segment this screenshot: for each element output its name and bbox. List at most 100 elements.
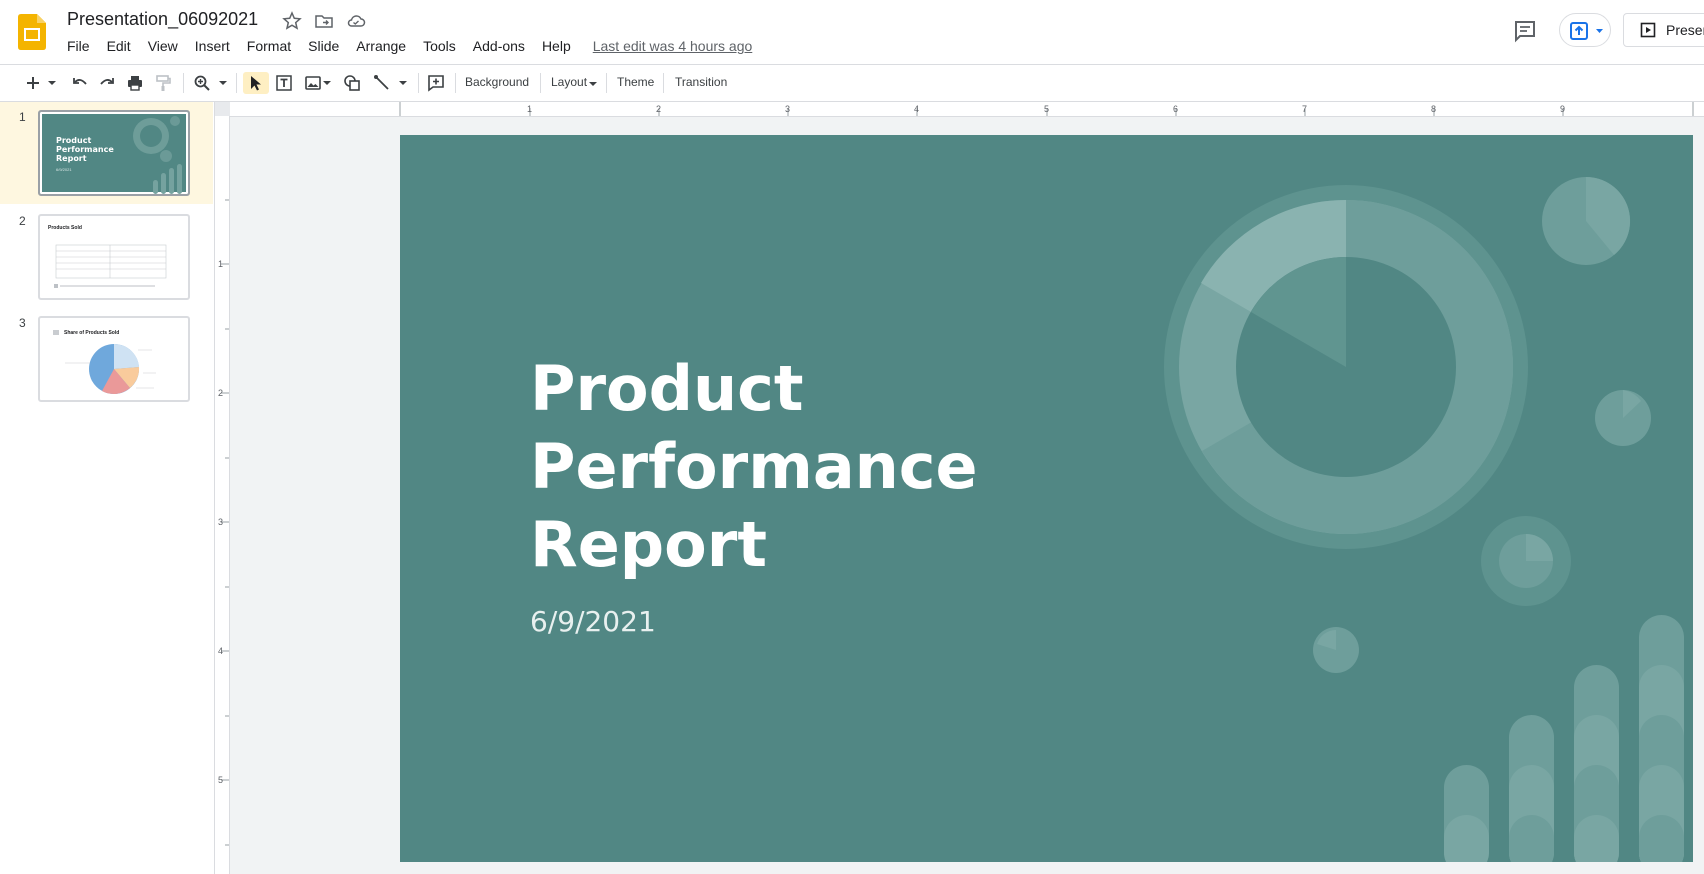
print-icon bbox=[128, 76, 142, 91]
toolbar-separator bbox=[183, 73, 184, 93]
present-button[interactable]: Presen bbox=[1623, 13, 1704, 47]
undo-button[interactable] bbox=[69, 72, 91, 94]
comment-history-button[interactable] bbox=[1512, 18, 1538, 44]
horizontal-ruler[interactable]: 1 2 3 4 5 6 7 8 9 bbox=[230, 102, 1704, 117]
line-dropdown[interactable] bbox=[397, 72, 409, 94]
ruler-label: 3 bbox=[785, 104, 791, 114]
insert-image-dropdown[interactable] bbox=[321, 72, 333, 94]
toolbar-separator bbox=[418, 73, 419, 93]
new-slide-dropdown[interactable] bbox=[46, 72, 58, 94]
redo-icon bbox=[100, 78, 114, 85]
redo-button[interactable] bbox=[96, 72, 118, 94]
ruler-label: 5 bbox=[1044, 104, 1050, 114]
document-title[interactable]: Presentation_06092021 bbox=[67, 9, 258, 30]
caret-down-icon bbox=[219, 81, 227, 85]
ruler-label: 4 bbox=[914, 104, 920, 114]
slide-filmstrip: 1 Product Performance Report 6/9/2021 2 … bbox=[0, 102, 215, 874]
line-icon bbox=[374, 75, 389, 90]
upload-icon bbox=[1570, 22, 1603, 40]
ruler-label: 1 bbox=[527, 104, 533, 114]
vertical-ruler[interactable]: 1 2 3 4 5 bbox=[215, 116, 230, 874]
menu-insert[interactable]: Insert bbox=[195, 38, 230, 54]
menu-help[interactable]: Help bbox=[542, 38, 571, 54]
toolbar-separator bbox=[540, 73, 541, 93]
paint-format-icon bbox=[156, 75, 171, 91]
menu-slide[interactable]: Slide bbox=[308, 38, 339, 54]
star-icon[interactable] bbox=[282, 11, 302, 36]
toolbar-separator bbox=[663, 73, 664, 93]
caret-down-icon bbox=[323, 81, 331, 85]
menu-format[interactable]: Format bbox=[247, 38, 291, 54]
last-edit-link[interactable]: Last edit was 4 hours ago bbox=[593, 38, 753, 54]
theme-button[interactable]: Theme bbox=[617, 75, 654, 89]
slide-number: 2 bbox=[19, 214, 26, 228]
slide-number: 1 bbox=[19, 110, 26, 124]
caret-down-icon bbox=[399, 81, 407, 85]
thumbnail-pie-chart bbox=[53, 330, 156, 394]
title-icons bbox=[282, 11, 366, 36]
add-comment-button[interactable] bbox=[425, 72, 447, 94]
plus-icon bbox=[27, 77, 39, 89]
layout-button[interactable]: Layout bbox=[551, 75, 587, 89]
paint-format-button[interactable] bbox=[152, 72, 174, 94]
comment-icon bbox=[1515, 21, 1535, 43]
zoom-icon bbox=[194, 75, 210, 91]
slide-thumbnail[interactable]: Product Performance Report 6/9/2021 bbox=[38, 110, 190, 196]
ruler-label: 4 bbox=[218, 646, 224, 656]
filmstrip-slide-3[interactable]: 3 Share of Products Sold bbox=[0, 306, 213, 408]
menu-arrange[interactable]: Arrange bbox=[356, 38, 406, 54]
line-button[interactable] bbox=[371, 72, 393, 94]
menu-tools[interactable]: Tools bbox=[423, 38, 456, 54]
slide-canvas[interactable]: Product Performance Report 6/9/2021 bbox=[400, 135, 1693, 862]
new-slide-button[interactable] bbox=[22, 72, 44, 94]
ruler-label: 2 bbox=[218, 388, 224, 398]
slide-thumbnail[interactable]: Products Sold bbox=[38, 214, 190, 300]
select-tool-button[interactable] bbox=[243, 72, 269, 94]
menu-edit[interactable]: Edit bbox=[107, 38, 131, 54]
transition-button[interactable]: Transition bbox=[675, 75, 727, 89]
ruler-label: 6 bbox=[1173, 104, 1179, 114]
move-folder-icon[interactable] bbox=[314, 11, 334, 36]
slide-subtitle-date[interactable]: 6/9/2021 bbox=[530, 605, 656, 638]
add-comment-icon bbox=[428, 75, 444, 92]
menu-bar: File Edit View Insert Format Slide Arran… bbox=[67, 38, 769, 54]
slide-thumbnail[interactable]: Share of Products Sold bbox=[38, 316, 190, 402]
toolbar-separator bbox=[455, 73, 456, 93]
menu-view[interactable]: View bbox=[148, 38, 178, 54]
ruler-label: 2 bbox=[656, 104, 662, 114]
text-box-button[interactable] bbox=[273, 72, 295, 94]
background-button[interactable]: Background bbox=[465, 75, 529, 89]
text-box-icon bbox=[276, 75, 292, 91]
ruler-label: 1 bbox=[218, 259, 224, 269]
cloud-saved-icon[interactable] bbox=[346, 11, 366, 36]
caret-down-icon bbox=[48, 81, 56, 85]
ruler-ticks bbox=[221, 199, 229, 846]
thumbnail-table bbox=[54, 244, 167, 288]
undo-icon bbox=[73, 78, 87, 85]
slide-title[interactable]: Product Performance Report bbox=[530, 350, 978, 584]
shape-icon bbox=[344, 75, 360, 91]
toolbar-separator bbox=[606, 73, 607, 93]
image-icon bbox=[305, 76, 321, 90]
toolbar: Background Layout Theme Transition bbox=[0, 65, 1704, 102]
filmstrip-slide-1[interactable]: 1 Product Performance Report 6/9/2021 bbox=[0, 102, 213, 204]
menu-file[interactable]: File bbox=[67, 38, 90, 54]
thumbnail-decoration bbox=[133, 116, 182, 194]
ruler-label: 3 bbox=[218, 517, 224, 527]
present-label: Presen bbox=[1666, 22, 1704, 38]
ruler-ticks bbox=[399, 102, 1694, 116]
zoom-dropdown[interactable] bbox=[217, 72, 229, 94]
slide-number: 3 bbox=[19, 316, 26, 330]
caret-down-icon bbox=[589, 82, 597, 86]
present-icon bbox=[1640, 22, 1656, 38]
ruler-label: 8 bbox=[1431, 104, 1437, 114]
toolbar-separator bbox=[236, 73, 237, 93]
shape-button[interactable] bbox=[341, 72, 363, 94]
share-button[interactable] bbox=[1559, 13, 1611, 47]
zoom-button[interactable] bbox=[191, 72, 213, 94]
cursor-arrow-icon bbox=[251, 76, 261, 91]
filmstrip-slide-2[interactable]: 2 Products Sold bbox=[0, 204, 213, 306]
print-button[interactable] bbox=[124, 72, 146, 94]
menu-addons[interactable]: Add-ons bbox=[473, 38, 525, 54]
slides-logo-icon[interactable] bbox=[18, 14, 46, 50]
